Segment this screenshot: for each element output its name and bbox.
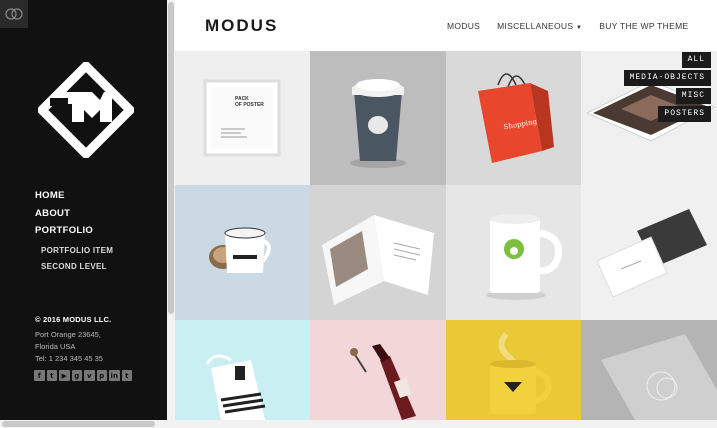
portfolio-item-wine-bottle[interactable] — [310, 320, 446, 420]
sidebar-subnav: PORTFOLIO ITEM SECOND LEVEL — [41, 245, 113, 277]
portfolio-item-shopping-bag[interactable]: Shopping — [446, 51, 581, 185]
wine-bottle-image — [350, 344, 416, 420]
horizontal-scrollbar[interactable] — [0, 420, 717, 428]
social-icons: f t ▶ g v p in t — [34, 370, 132, 381]
sidebar: HOME ABOUT PORTFOLIO PORTFOLIO ITEM SECO… — [0, 0, 167, 420]
poster-frame-image — [203, 79, 281, 157]
portfolio-filters: ALL MEDIA-OBJECTS MISC POSTERS — [623, 52, 711, 122]
nav-about[interactable]: ABOUT — [35, 207, 93, 225]
nav-second-level[interactable]: SECOND LEVEL — [41, 261, 113, 277]
address-line: Florida USA — [35, 342, 76, 351]
modus-logo-icon[interactable] — [38, 62, 134, 158]
nav-portfolio-item[interactable]: PORTFOLIO ITEM — [41, 245, 113, 261]
sidebar-toggle-button[interactable] — [0, 0, 28, 28]
portfolio-item-white-mug[interactable] — [446, 185, 581, 320]
facebook-icon[interactable]: f — [34, 370, 45, 381]
portfolio-item-poster[interactable]: PACK OF POSTER — [175, 51, 310, 185]
scrollbar-thumb[interactable] — [168, 2, 174, 314]
address-line: Port Orange 23645, — [35, 330, 101, 339]
filter-all[interactable]: ALL — [681, 52, 711, 68]
filter-misc[interactable]: MISC — [675, 88, 711, 104]
white-mug-image — [486, 214, 563, 300]
pinterest-icon[interactable]: p — [96, 370, 107, 381]
filter-media-objects[interactable]: MEDIA-OBJECTS — [623, 70, 711, 86]
topnav-modus[interactable]: MODUS — [447, 21, 480, 31]
portfolio-item-magazine[interactable] — [310, 185, 446, 320]
top-nav: MODUS MISCELLANEOUS ▼ BUY THE WP THEME — [447, 21, 688, 31]
coffee-cup-image — [350, 79, 406, 168]
site-title[interactable]: MODUS — [205, 16, 278, 36]
notebook-image — [601, 334, 717, 420]
nav-home[interactable]: HOME — [35, 189, 93, 207]
nav-portfolio[interactable]: PORTFOLIO — [35, 224, 93, 242]
twitter-icon[interactable]: t — [46, 370, 57, 381]
google-plus-icon[interactable]: g — [71, 370, 82, 381]
tote-bag-image — [205, 354, 266, 420]
portfolio-item-enamel-mug[interactable] — [175, 185, 310, 320]
yellow-mug-image — [490, 332, 552, 414]
youtube-icon[interactable]: ▶ — [59, 370, 70, 381]
scrollbar-thumb[interactable] — [2, 421, 155, 427]
sidebar-nav: HOME ABOUT PORTFOLIO — [35, 189, 93, 242]
portfolio-item-notebook[interactable] — [581, 320, 717, 420]
tumblr-icon[interactable]: t — [121, 370, 132, 381]
portfolio-item-yellow-mug[interactable] — [446, 320, 581, 420]
vimeo-icon[interactable]: v — [84, 370, 95, 381]
linkedin-icon[interactable]: in — [109, 370, 120, 381]
portfolio-item-business-cards[interactable] — [581, 185, 717, 320]
filter-posters[interactable]: POSTERS — [658, 106, 711, 122]
topnav-miscellaneous-label: MISCELLANEOUS — [497, 21, 574, 31]
topnav-buy-theme[interactable]: BUY THE WP THEME — [599, 21, 688, 31]
chevron-down-icon: ▼ — [575, 25, 583, 31]
business-cards-image — [596, 209, 707, 298]
poster-text-line: OF POSTER — [235, 102, 264, 108]
magazine-image — [322, 215, 434, 305]
toggle-icon — [5, 8, 23, 20]
phone-line: Tel: 1 234 345 45 35 — [35, 354, 103, 363]
topnav-miscellaneous[interactable]: MISCELLANEOUS ▼ — [497, 21, 582, 31]
portfolio-item-tote-bag[interactable] — [175, 320, 310, 420]
portfolio-item-coffee-cup[interactable] — [310, 51, 446, 185]
copyright-text: © 2016 MODUS LLC. — [35, 315, 112, 324]
address-block: Port Orange 23645, Florida USA Tel: 1 23… — [35, 329, 103, 365]
shopping-bag-image: Shopping — [478, 73, 554, 163]
poster-text: PACK OF POSTER — [235, 96, 264, 108]
vertical-scrollbar[interactable] — [167, 0, 175, 420]
enamel-mug-image — [209, 227, 271, 273]
